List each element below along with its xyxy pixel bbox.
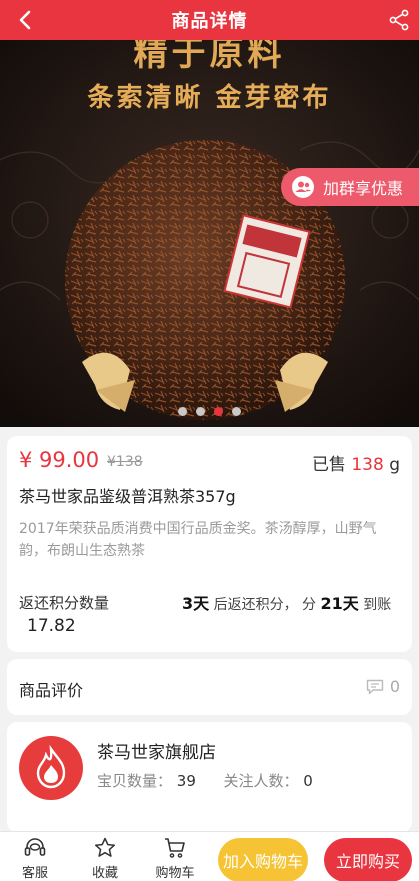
- carousel-dot[interactable]: [232, 407, 241, 416]
- favorite-button[interactable]: 收藏: [80, 836, 130, 881]
- user-group-icon: [292, 176, 314, 198]
- product-name: 茶马世家品鉴级普洱熟茶357g: [19, 487, 236, 506]
- sold-number: 138: [351, 455, 384, 475]
- rebate-days-end: 21天: [320, 594, 359, 613]
- items-count-label: 宝贝数量：: [97, 772, 173, 790]
- original-price: ¥138: [107, 454, 143, 470]
- reviews-section[interactable]: 商品评价 0: [7, 659, 412, 715]
- shop-name: 茶马世家旗舰店: [97, 743, 216, 763]
- shop-logo[interactable]: [19, 736, 83, 800]
- points-rebate: 返还积分数量 17.82 3天 后返还积分， 分 21天 到账: [19, 590, 400, 646]
- followers-count: 0: [303, 772, 313, 790]
- add-to-cart-button[interactable]: 加入购物车: [218, 838, 308, 881]
- customer-service-button[interactable]: 客服: [10, 836, 60, 881]
- product-description: 2017年荣获品质消费中国行品质金奖。茶汤醇厚，山野气韵，布朗山生态熟茶: [19, 521, 377, 559]
- rebate-text-2: 分: [302, 597, 317, 613]
- share-icon: [389, 9, 409, 31]
- current-price: ¥ 99.00: [19, 448, 100, 472]
- product-info-card: ¥ 99.00 ¥138 已售 138 g 茶马世家品鉴级普洱熟茶357g 20…: [7, 436, 412, 652]
- price-row: ¥ 99.00 ¥138 已售 138 g: [19, 448, 400, 478]
- favorite-label: 收藏: [91, 866, 118, 881]
- flame-logo-icon: [36, 745, 66, 789]
- sold-count: 已售 138 g: [312, 450, 400, 475]
- rebate-days-start: 3天: [182, 594, 210, 613]
- cart-button[interactable]: 购物车: [150, 836, 200, 881]
- page-title: 商品详情: [171, 11, 248, 32]
- bottom-action-bar: 客服 收藏 购物车 加入购物车 立即购买: [0, 831, 419, 881]
- points-rule: 3天 后返还积分， 分 21天 到账: [182, 592, 412, 617]
- followers-label: 关注人数：: [223, 772, 299, 790]
- back-button[interactable]: [10, 6, 40, 34]
- customer-service-label: 客服: [21, 866, 48, 881]
- sold-unit: g: [389, 455, 400, 475]
- shopping-cart-icon: [165, 838, 185, 858]
- carousel-dot[interactable]: [196, 407, 205, 416]
- top-bar: 商品详情: [0, 0, 419, 40]
- star-icon: [94, 837, 116, 857]
- shop-stats: 宝贝数量： 39 关注人数： 0: [97, 770, 313, 791]
- chevron-left-icon: [19, 10, 31, 30]
- reviews-title: 商品评价: [19, 681, 84, 700]
- carousel-dot-active[interactable]: [214, 407, 223, 416]
- sold-label: 已售: [311, 455, 346, 475]
- buy-now-button[interactable]: 立即购买: [324, 838, 412, 881]
- points-label: 返还积分数量: [19, 594, 110, 612]
- rebate-text-3: 到账: [363, 597, 392, 613]
- review-count-area: 0: [366, 677, 400, 696]
- product-image-carousel[interactable]: 精于原料 条索清晰 金芽密布 加群享优惠: [0, 40, 419, 427]
- rebate-text-1: 后返还积分，: [213, 597, 298, 613]
- items-count: 39: [176, 772, 196, 790]
- share-button[interactable]: [387, 8, 411, 32]
- tea-cake-illustration: [65, 140, 345, 420]
- join-group-discount-button[interactable]: 加群享优惠: [281, 168, 419, 206]
- carousel-dot[interactable]: [178, 407, 187, 416]
- cart-label: 购物车: [155, 866, 195, 881]
- carousel-indicator: [0, 407, 419, 416]
- review-count: 0: [389, 677, 400, 696]
- comment-icon: [366, 679, 384, 694]
- shop-card[interactable]: 茶马世家旗舰店 宝贝数量： 39 关注人数： 0: [7, 722, 412, 832]
- headset-icon: [24, 838, 46, 856]
- join-group-label: 加群享优惠: [323, 179, 404, 198]
- points-value: 17.82: [27, 616, 76, 636]
